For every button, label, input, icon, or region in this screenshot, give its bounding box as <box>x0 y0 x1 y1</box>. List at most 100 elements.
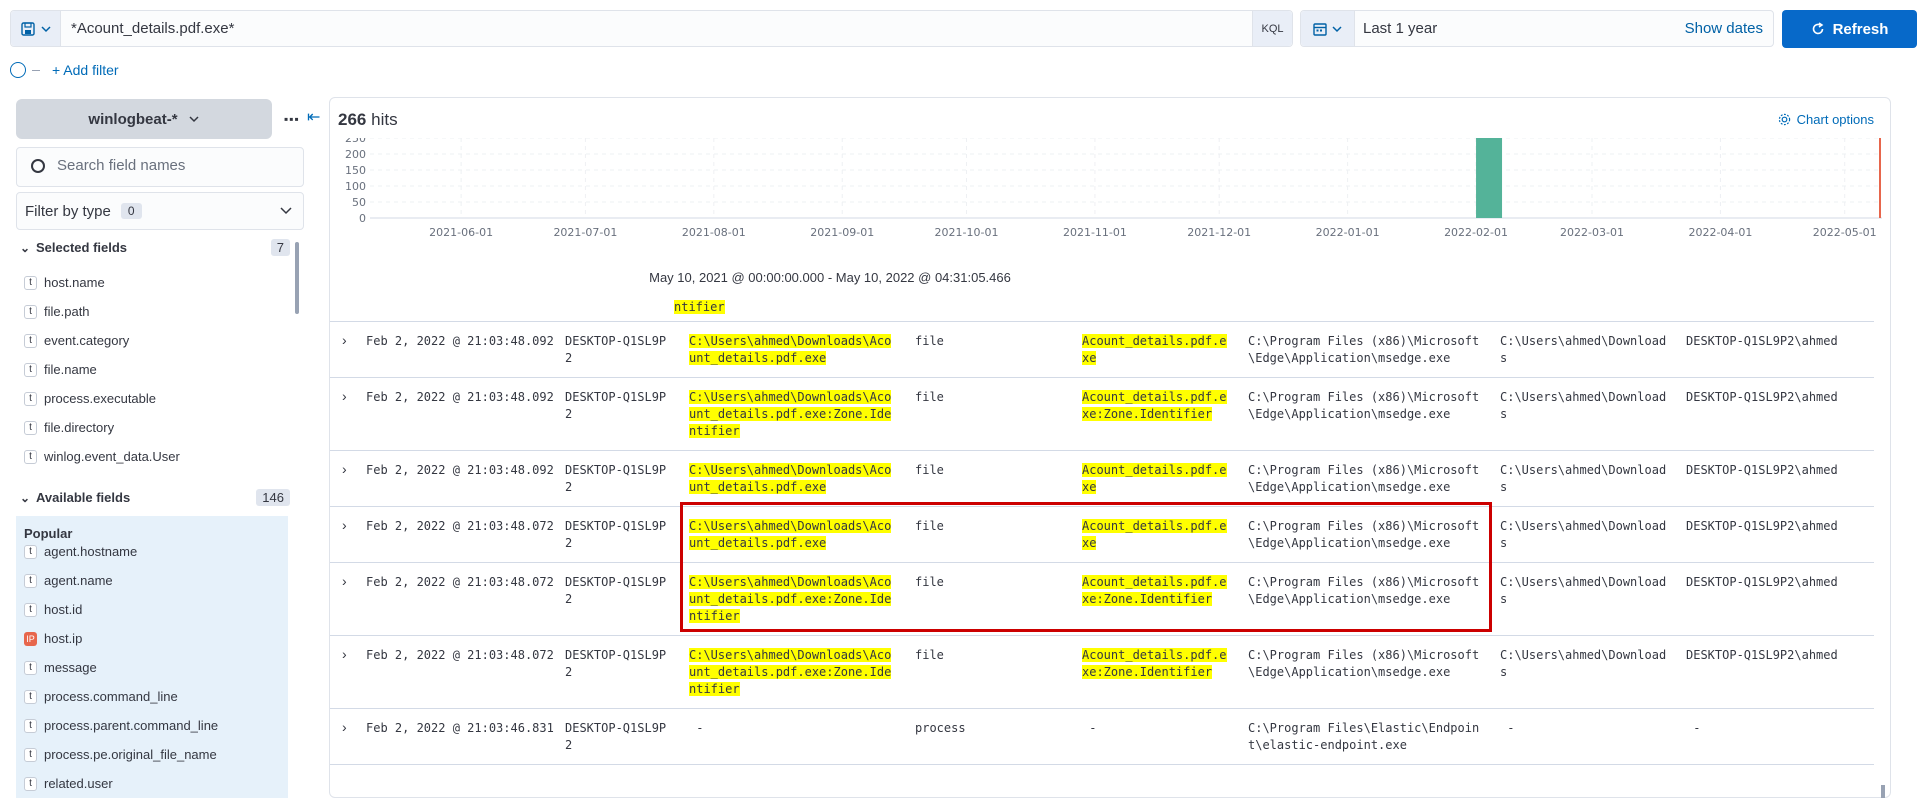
expand-row-icon[interactable]: › <box>342 719 347 736</box>
field-item-file-name[interactable]: t file.name <box>24 362 97 377</box>
query-text[interactable]: *Acount_details.pdf.exe* <box>71 20 234 37</box>
field-item-agent-hostname[interactable]: t agent.hostname <box>24 544 137 559</box>
query-language-button[interactable]: KQL <box>1252 11 1292 46</box>
table-row: › Feb 2, 2022 @ 21:03:48.072 DESKTOP-Q1SL9… <box>330 636 1874 709</box>
expand-row-icon[interactable]: › <box>342 388 347 405</box>
table-row: › Feb 2, 2022 @ 21:03:46.831 DESKTOP-Q1SL9… <box>330 709 1874 765</box>
host-name-cell-text: DESKTOP-Q1SL9P 2 <box>565 334 667 365</box>
date-range-label: May 10, 2021 @ 00:00:00.000 - May 10, 20… <box>649 270 1011 285</box>
field-name: message <box>44 660 97 675</box>
event-category-cell: file <box>915 389 944 406</box>
filter-by-type-button[interactable]: Filter by type 0 <box>16 192 304 230</box>
filter-count-badge: 0 <box>120 203 142 219</box>
field-name: winlog.event_data.User <box>44 449 180 464</box>
discover-main-panel: 266 hits Chart options 250 200 150 100 50 0 20… <box>329 97 1891 798</box>
collapse-sidebar-icon[interactable]: ⇤ <box>307 107 320 127</box>
file-path-cell-text: C:\Users\ahmed\Downloads\Aco unt_details… <box>689 463 892 494</box>
field-item-file-directory[interactable]: t file.directory <box>24 420 114 435</box>
expand-row-icon[interactable]: › <box>342 517 347 534</box>
field-item-event-category[interactable]: t event.category <box>24 333 129 348</box>
file-directory-cell: C:\Users\ahmed\Download s <box>1500 574 1666 608</box>
chevron-down-icon <box>280 207 292 215</box>
table-scrollbar[interactable] <box>1881 785 1885 798</box>
file-directory-cell: - <box>1500 720 1514 737</box>
more-options-icon[interactable]: ▪▪▪ <box>284 112 300 126</box>
x-tick-label: 2021-11-01 <box>1063 226 1127 239</box>
field-name: agent.hostname <box>44 544 138 559</box>
filter-icon[interactable] <box>10 62 26 78</box>
field-item-file-path[interactable]: t file.path <box>24 304 90 319</box>
expand-row-icon[interactable]: › <box>342 332 347 349</box>
expand-row-icon[interactable]: › <box>342 461 347 478</box>
x-tick-label: 2022-05-01 <box>1813 226 1877 239</box>
x-tick-label: 2022-02-01 <box>1444 226 1508 239</box>
histogram-chart[interactable]: 250 200 150 100 50 0 2021-06-01 2021-07-01 2021-… <box>330 138 1891 258</box>
search-field-names-input[interactable] <box>57 157 287 174</box>
expand-row-icon[interactable]: › <box>342 573 347 590</box>
saved-query-button[interactable] <box>11 11 61 46</box>
chevron-down-icon <box>40 25 51 32</box>
user-cell-text: DESKTOP-Q1SL9P2\ahmed <box>1686 390 1838 404</box>
selected-fields-header[interactable]: ⌄ Selected fields 7 <box>20 239 290 256</box>
string-type-icon: t <box>24 718 37 733</box>
field-item-process-executable[interactable]: t process.executable <box>24 391 156 406</box>
string-type-icon: t <box>24 275 37 290</box>
query-input-box[interactable]: *Acount_details.pdf.exe* KQL <box>10 10 1293 47</box>
field-item-host-ip[interactable]: IP host.ip <box>24 631 82 646</box>
user-cell: DESKTOP-Q1SL9P2\ahmed <box>1686 518 1838 535</box>
file-name-cell-text: Acount_details.pdf.e xe <box>1082 463 1227 494</box>
available-fields-header[interactable]: ⌄ Available fields 146 <box>20 489 290 506</box>
user-cell: - <box>1686 720 1700 737</box>
file-name-cell-text: Acount_details.pdf.e xe:Zone.Identifier <box>1082 390 1227 421</box>
hits-count: 266 <box>338 110 367 129</box>
popular-label: Popular <box>24 526 73 541</box>
add-filter-button[interactable]: + Add filter <box>52 62 119 78</box>
refresh-button[interactable]: Refresh <box>1782 10 1917 48</box>
hits-label: hits <box>371 110 398 129</box>
field-name: file.path <box>44 304 90 319</box>
timestamp-cell-text: Feb 2, 2022 @ 21:03:48.092 <box>366 334 554 348</box>
table-row: › Feb 2, 2022 @ 21:03:48.092 DESKTOP-Q1SL9… <box>330 322 1874 378</box>
process-executable-cell: C:\Program Files (x86)\Microsoft \Edge\A… <box>1248 389 1479 423</box>
file-name-cell-text: Acount_details.pdf.e xe:Zone.Identifier <box>1082 648 1227 679</box>
file-name-cell: Acount_details.pdf.e xe:Zone.Identifier <box>1082 647 1227 681</box>
field-item-host-name[interactable]: t host.name <box>24 275 105 290</box>
field-item-host-id[interactable]: t host.id <box>24 602 82 617</box>
field-item-agent-name[interactable]: t agent.name <box>24 573 113 588</box>
field-item-process-command-line[interactable]: t process.command_line <box>24 689 178 704</box>
field-item-process-parent-command-line[interactable]: t process.parent.command_line <box>24 718 218 733</box>
string-type-icon: t <box>24 544 37 559</box>
event-category-cell: process <box>915 720 966 737</box>
field-item-message[interactable]: t message <box>24 660 97 675</box>
date-picker[interactable]: Last 1 year Show dates <box>1300 10 1774 47</box>
index-pattern-selector[interactable]: winlogbeat-* <box>16 99 272 139</box>
field-name: process.executable <box>44 391 157 406</box>
field-item-winlog-event-data-User[interactable]: t winlog.event_data.User <box>24 449 180 464</box>
quick-select-button[interactable] <box>1301 11 1355 46</box>
field-name: process.parent.command_line <box>44 718 219 733</box>
expand-row-icon[interactable]: › <box>342 646 347 663</box>
y-tick-label: 0 <box>359 212 366 225</box>
host-name-cell-text: DESKTOP-Q1SL9P 2 <box>565 463 667 494</box>
timestamp-cell: Feb 2, 2022 @ 21:03:48.092 <box>366 462 554 479</box>
show-dates-link[interactable]: Show dates <box>1685 20 1763 37</box>
file-directory-cell-text: C:\Users\ahmed\Download s <box>1500 519 1667 550</box>
y-tick-label: 50 <box>352 196 366 209</box>
table-row: › Feb 2, 2022 @ 21:03:48.092 DESKTOP-Q1SL9… <box>330 451 1874 507</box>
string-type-icon: t <box>24 362 37 377</box>
field-item-process-pe-original-file-name[interactable]: t process.pe.original_file_name <box>24 747 217 762</box>
host-name-cell: DESKTOP-Q1SL9P 2 <box>565 720 666 754</box>
field-item-related-user[interactable]: t related.user <box>24 776 113 791</box>
host-name-cell-text: DESKTOP-Q1SL9P 2 <box>565 575 667 606</box>
string-type-icon: t <box>24 333 37 348</box>
chart-options-button[interactable]: Chart options <box>1778 112 1874 127</box>
field-search[interactable] <box>16 147 304 187</box>
available-count-badge: 146 <box>256 489 290 506</box>
string-type-icon: t <box>24 602 37 617</box>
event-category-cell-text: file <box>915 463 944 477</box>
sidebar-scrollbar[interactable] <box>295 242 299 314</box>
file-name-cell: Acount_details.pdf.e xe:Zone.Identifier <box>1082 389 1227 423</box>
highlight-annotation-box <box>680 502 1492 632</box>
x-tick-label: 2021-06-01 <box>429 226 493 239</box>
host-name-cell: DESKTOP-Q1SL9P 2 <box>565 389 666 423</box>
